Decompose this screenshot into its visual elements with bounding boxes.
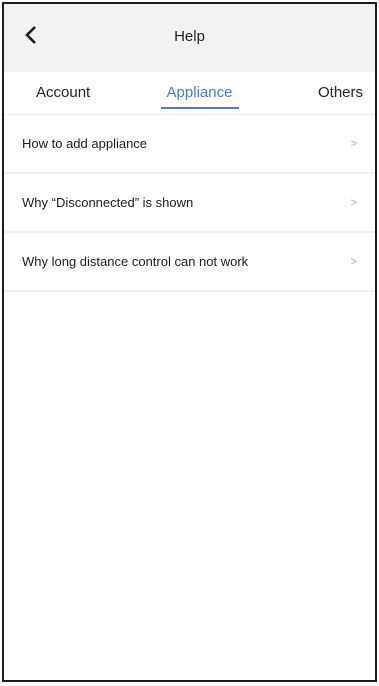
help-item-disconnected[interactable]: Why “Disconnected” is shown > (4, 174, 375, 233)
tab-account[interactable]: Account (4, 72, 145, 114)
chevron-right-icon: > (350, 255, 357, 268)
help-topic-list: How to add appliance > Why “Disconnected… (4, 115, 375, 292)
tab-appliance[interactable]: Appliance (145, 72, 254, 114)
back-button[interactable] (16, 20, 46, 50)
page-title: Help (174, 27, 205, 45)
tab-bar: Account Appliance Others (4, 72, 375, 115)
tab-others[interactable]: Others (254, 72, 375, 114)
list-item-label: Why “Disconnected” is shown (22, 195, 194, 210)
tab-label: Others (317, 84, 363, 101)
list-item-label: Why long distance control can not work (22, 254, 249, 269)
active-tab-indicator (160, 107, 239, 109)
app-screen: Help Account Appliance Others How to add… (2, 2, 377, 682)
top-bar: Help (4, 4, 375, 72)
tab-label: Appliance (166, 84, 233, 101)
chevron-left-icon (25, 26, 36, 44)
help-item-long-distance-control[interactable]: Why long distance control can not work > (4, 233, 375, 292)
list-item-label: How to add appliance (22, 136, 148, 151)
help-item-add-appliance[interactable]: How to add appliance > (4, 115, 375, 174)
tab-label: Account (36, 84, 91, 101)
chevron-right-icon: > (350, 137, 357, 150)
chevron-right-icon: > (350, 196, 357, 209)
